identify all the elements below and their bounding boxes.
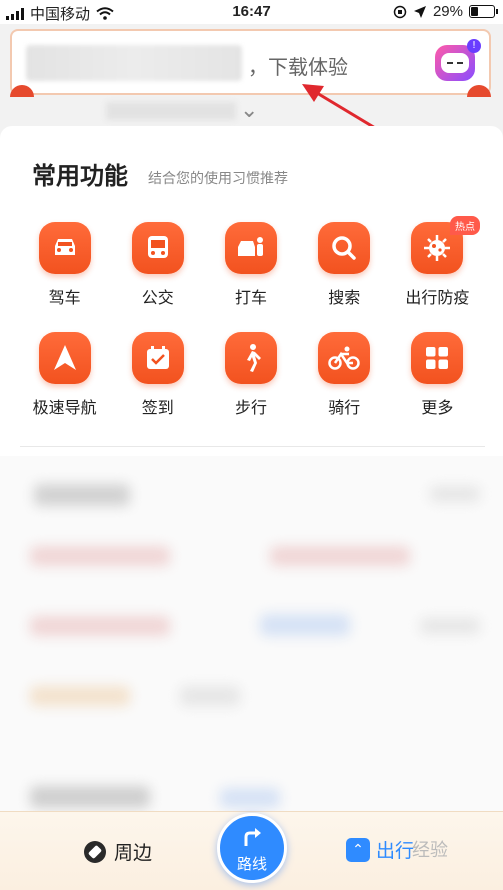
assistant-robot-icon[interactable]: ! xyxy=(435,39,481,81)
fast-navigation-button[interactable]: 极速导航 xyxy=(18,332,111,418)
item-label: 打车 xyxy=(235,288,268,307)
location-arrow-icon xyxy=(413,5,426,18)
walk-button[interactable]: 步行 xyxy=(204,332,297,418)
calendar-check-icon xyxy=(131,332,184,384)
item-label: 搜索 xyxy=(328,288,361,307)
item-label: 驾车 xyxy=(48,288,81,307)
function-grid: 驾车 公交 打车 搜索 热点 出行防疫 极速导航 签到 步行 骑行 更多 xyxy=(18,216,484,442)
banner-decoration xyxy=(467,85,491,97)
taxi-icon xyxy=(225,222,277,274)
bus-button[interactable]: 公交 xyxy=(111,222,204,308)
watermark: 经验 xyxy=(412,840,448,861)
item-label: 更多 xyxy=(421,398,454,417)
hot-badge: 热点 xyxy=(450,216,481,235)
chevron-down-icon[interactable]: ⌄ xyxy=(240,98,258,123)
car-icon xyxy=(38,222,91,274)
item-label: 签到 xyxy=(141,398,174,417)
more-button[interactable]: 更多 xyxy=(391,332,484,418)
item-label: 步行 xyxy=(235,398,268,417)
grid-icon xyxy=(411,332,464,384)
battery-icon xyxy=(469,5,498,18)
route-label: 路线 xyxy=(236,855,267,873)
orientation-lock-icon xyxy=(393,5,407,18)
search-icon xyxy=(318,222,371,274)
bus-icon xyxy=(131,222,184,274)
travel-icon: ⌃ xyxy=(346,837,370,862)
common-functions-panel: 常用功能 结合您的使用习惯推荐 驾车 公交 打车 搜索 热点 出行防疫 极速导航… xyxy=(0,126,503,456)
travel-tab[interactable]: ⌃ 出行 xyxy=(346,836,414,863)
banner-text: ，下载体验 xyxy=(248,55,348,79)
blurred-content xyxy=(0,456,503,816)
nearby-tab[interactable]: 周边 xyxy=(84,838,152,865)
redacted-text xyxy=(26,45,242,81)
ride-button[interactable]: 骑行 xyxy=(298,332,391,418)
navigation-arrow-icon xyxy=(38,332,91,384)
walk-icon xyxy=(225,332,277,384)
compass-icon xyxy=(84,840,106,863)
section-title: 常用功能 xyxy=(32,162,128,190)
taxi-button[interactable]: 打车 xyxy=(204,222,297,308)
travel-label: 出行 xyxy=(376,840,415,862)
turn-right-icon xyxy=(220,826,284,853)
nearby-label: 周边 xyxy=(114,842,153,864)
battery-percent: 29% xyxy=(432,3,463,20)
bike-icon xyxy=(318,332,371,384)
epidemic-travel-button[interactable]: 热点 出行防疫 xyxy=(391,216,484,308)
checkin-button[interactable]: 签到 xyxy=(111,332,204,418)
section-subtitle: 结合您的使用习惯推荐 xyxy=(148,171,288,187)
search-button[interactable]: 搜索 xyxy=(298,222,391,308)
item-label: 出行防疫 xyxy=(405,288,470,307)
status-bar: 中国移动 16:47 29% xyxy=(0,0,503,24)
redacted-text xyxy=(106,102,236,120)
download-banner[interactable]: ，下载体验 ! xyxy=(10,29,491,97)
divider xyxy=(20,446,485,447)
item-label: 公交 xyxy=(141,288,174,307)
drive-button[interactable]: 驾车 xyxy=(18,222,111,308)
notification-badge: ! xyxy=(467,39,481,53)
item-label: 极速导航 xyxy=(32,398,97,417)
route-button[interactable]: 路线 xyxy=(217,813,287,883)
item-label: 骑行 xyxy=(328,398,361,417)
banner-decoration xyxy=(10,85,34,97)
